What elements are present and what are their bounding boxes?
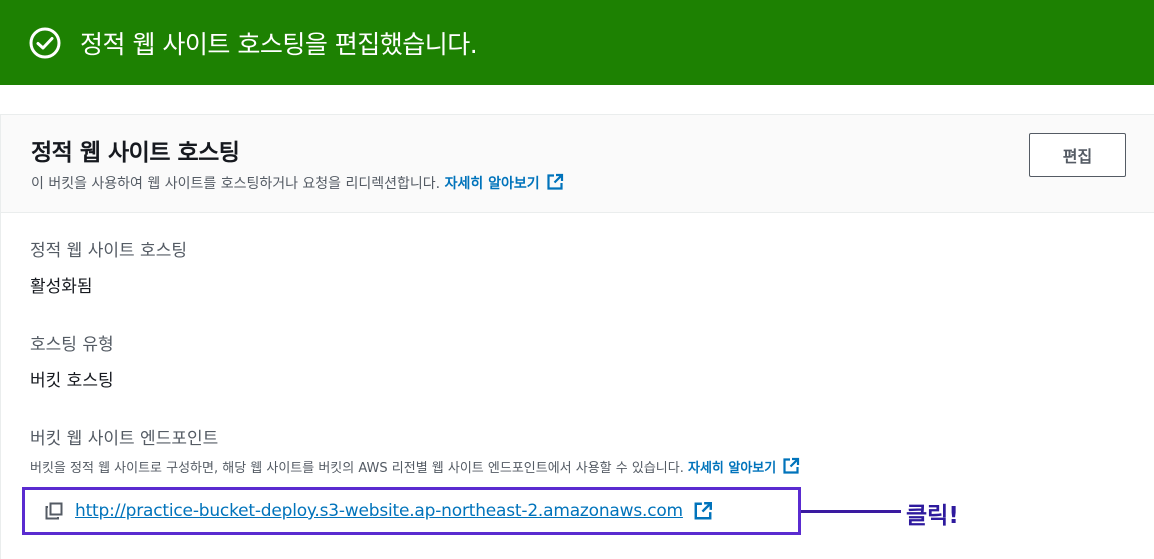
banner-message: 정적 웹 사이트 호스팅을 편집했습니다.	[80, 29, 478, 59]
panel-header: 정적 웹 사이트 호스팅 이 버킷을 사용하여 웹 사이트를 호스팅하거나 요청…	[1, 115, 1154, 213]
panel-description-text: 이 버킷을 사용하여 웹 사이트를 호스팅하거나 요청을 리디렉션합니다.	[31, 176, 441, 192]
panel-description: 이 버킷을 사용하여 웹 사이트를 호스팅하거나 요청을 리디렉션합니다. 자세…	[31, 173, 564, 193]
edit-button[interactable]: 편집	[1029, 133, 1126, 177]
hosting-type-value: 버킷 호스팅	[30, 371, 114, 391]
learn-more-link[interactable]: 자세히 알아보기	[444, 173, 564, 192]
click-annotation: 클릭!	[906, 503, 959, 529]
learn-more-label: 자세히 알아보기	[444, 176, 540, 192]
hosting-type-label: 호스팅 유형	[30, 335, 114, 355]
endpoint-url-link[interactable]: http://practice-bucket-deploy.s3-website…	[75, 501, 683, 521]
check-circle-icon	[29, 27, 61, 58]
endpoint-learn-more-label: 자세히 알아보기	[687, 461, 777, 476]
endpoint-description: 버킷을 정적 웹 사이트로 구성하면, 해당 웹 사이트를 버킷의 AWS 리전…	[30, 457, 800, 476]
panel-title: 정적 웹 사이트 호스팅	[31, 140, 240, 166]
hosting-value: 활성화됨	[30, 277, 93, 297]
external-link-icon	[783, 457, 800, 474]
endpoint-learn-more-link[interactable]: 자세히 알아보기	[687, 457, 800, 476]
copy-icon[interactable]	[45, 502, 63, 520]
endpoint-label: 버킷 웹 사이트 엔드포인트	[30, 429, 219, 449]
endpoint-description-text: 버킷을 정적 웹 사이트로 구성하면, 해당 웹 사이트를 버킷의 AWS 리전…	[30, 461, 684, 476]
success-banner: 정적 웹 사이트 호스팅을 편집했습니다.	[0, 0, 1154, 85]
annotation-line	[801, 510, 901, 513]
external-link-icon[interactable]	[693, 501, 713, 521]
external-link-icon	[547, 173, 563, 190]
hosting-label: 정적 웹 사이트 호스팅	[30, 241, 187, 261]
endpoint-highlight-box: http://practice-bucket-deploy.s3-website…	[22, 487, 801, 535]
endpoint-url-text: http://practice-bucket-deploy.s3-website…	[75, 501, 683, 521]
